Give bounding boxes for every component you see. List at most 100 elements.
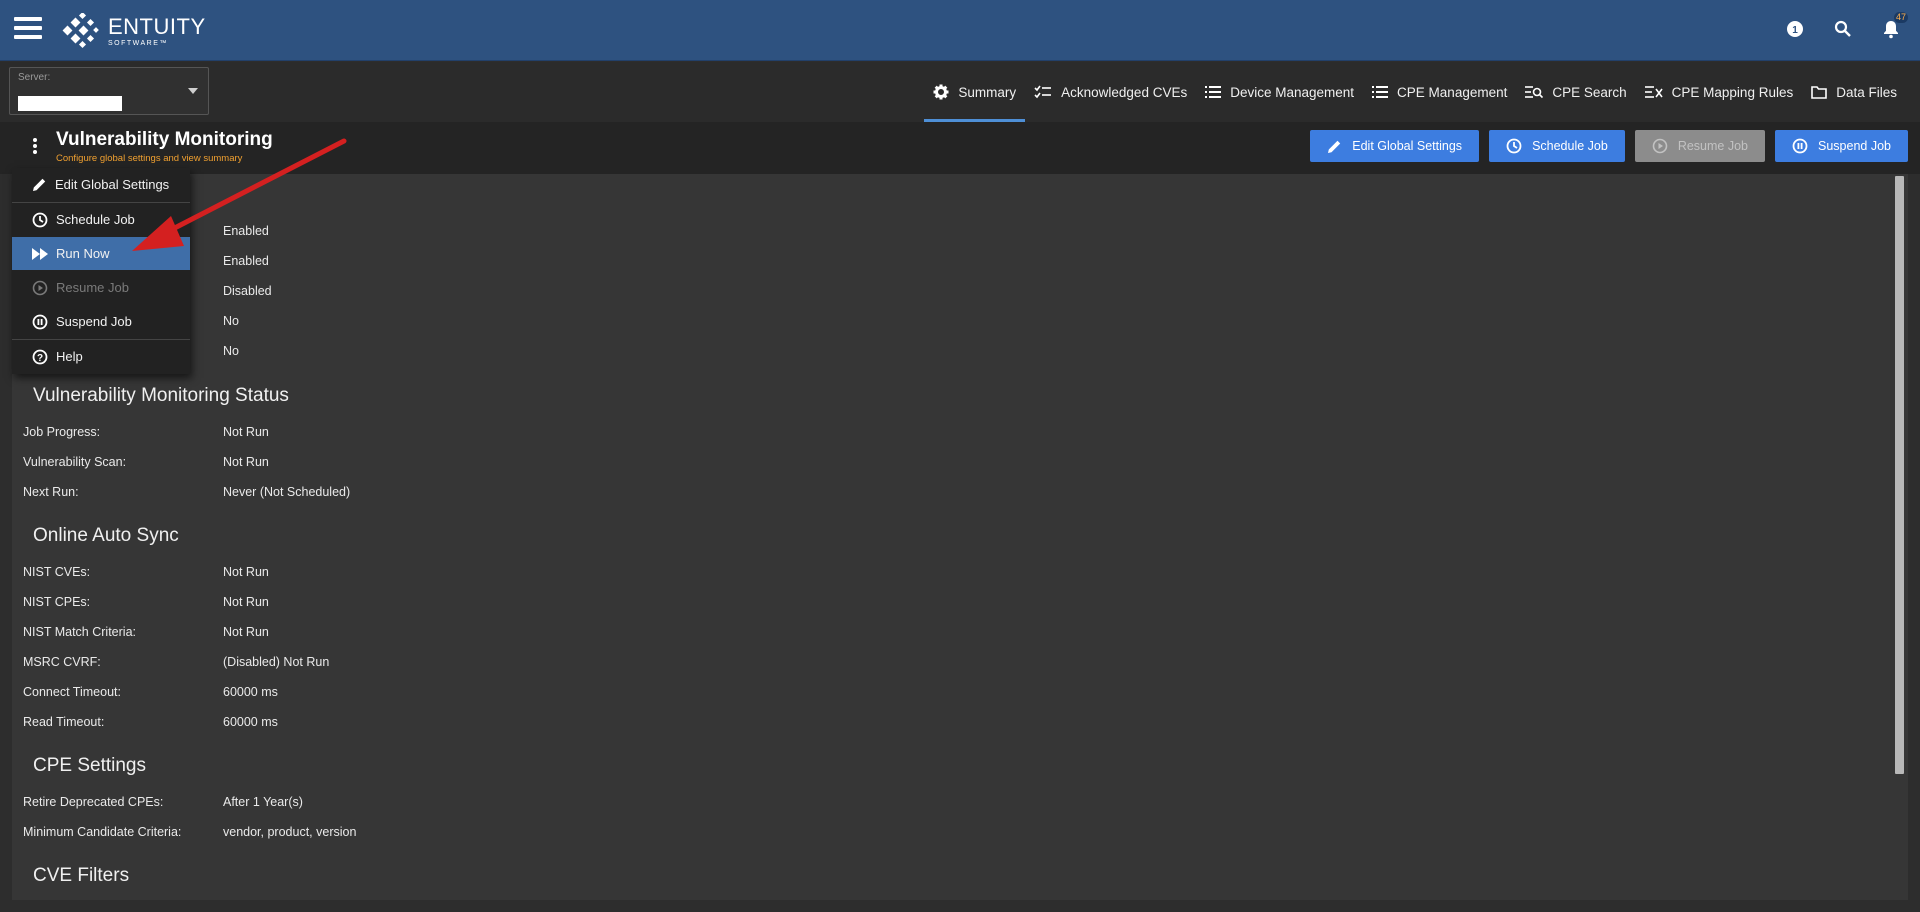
- general-value-3: Disabled: [223, 284, 272, 298]
- entuity-logo[interactable]: ENTUITY SOFTWARE™: [62, 12, 206, 50]
- schedule-job-button[interactable]: Schedule Job: [1489, 130, 1625, 162]
- menu-item-label: Schedule Job: [56, 212, 135, 227]
- page-title: Vulnerability Monitoring: [56, 129, 273, 150]
- pause-circle-icon: [1792, 138, 1808, 154]
- menu-item-label: Suspend Job: [56, 314, 132, 329]
- page-subtitle: Configure global settings and view summa…: [56, 153, 243, 164]
- general-value-4: No: [223, 314, 239, 328]
- sync-section-title: Online Auto Sync: [33, 525, 179, 546]
- chevron-down-icon: [188, 88, 198, 94]
- cve-filters-section-title: CVE Filters: [33, 865, 130, 886]
- vertical-scrollbar[interactable]: [1895, 176, 1904, 774]
- tab-device-management-label: Device Management: [1230, 84, 1355, 100]
- tab-data-files-label: Data Files: [1836, 84, 1897, 100]
- page-header: Vulnerability Monitoring Configure globa…: [0, 122, 1920, 174]
- minimum-candidate-criteria-label: Minimum Candidate Criteria:: [23, 825, 182, 839]
- tab-acknowledged-cves-label: Acknowledged CVEs: [1061, 84, 1188, 100]
- list-icon: [1205, 86, 1222, 98]
- menu-item-suspend-job[interactable]: Suspend Job: [12, 305, 190, 338]
- suspend-job-button[interactable]: Suspend Job: [1775, 130, 1908, 162]
- clock-icon: [1506, 138, 1522, 154]
- svg-text:?: ?: [37, 353, 43, 364]
- menu-item-resume-job: Resume Job: [12, 271, 190, 304]
- notifications-bell-icon[interactable]: 47: [1880, 12, 1908, 40]
- tab-cpe-search[interactable]: CPE Search: [1516, 62, 1635, 122]
- resume-job-label: Resume Job: [1677, 139, 1749, 153]
- vulnerability-scan-label: Vulnerability Scan:: [23, 455, 127, 469]
- language-icon[interactable]: 1: [1784, 18, 1806, 40]
- tab-cpe-management[interactable]: CPE Management: [1363, 62, 1516, 122]
- general-value-1: Enabled: [223, 224, 269, 238]
- nist-cves-label: NIST CVEs:: [23, 565, 91, 579]
- actions-dropdown-menu: Edit Global Settings Schedule Job Run No…: [12, 168, 190, 374]
- fast-forward-icon: [32, 247, 48, 260]
- edit-global-settings-label: Edit Global Settings: [1352, 139, 1463, 153]
- tab-summary[interactable]: Summary: [924, 62, 1025, 122]
- svg-text:1: 1: [1792, 25, 1798, 36]
- tab-summary-label: Summary: [958, 84, 1017, 100]
- suspend-job-label: Suspend Job: [1818, 139, 1891, 153]
- general-value-5: No: [223, 344, 239, 358]
- tab-device-management[interactable]: Device Management: [1196, 62, 1363, 122]
- secondary-toolbar: Server: Summary Acknowledged CVEs Device…: [0, 62, 1920, 122]
- menu-item-help[interactable]: ? Help: [12, 340, 190, 373]
- entuity-logo-mark-icon: [62, 13, 99, 49]
- pencil-icon: [1328, 140, 1341, 153]
- resume-job-button: Resume Job: [1634, 130, 1766, 162]
- connect-timeout-value: 60000 ms: [223, 685, 278, 699]
- general-value-2: Enabled: [223, 254, 269, 268]
- schedule-job-label: Schedule Job: [1532, 139, 1608, 153]
- list-icon: [1372, 86, 1389, 98]
- search-list-icon: [1525, 85, 1544, 98]
- folder-icon: [1811, 86, 1828, 99]
- read-timeout-label: Read Timeout:: [23, 715, 105, 729]
- hamburger-menu-icon[interactable]: [14, 17, 42, 41]
- play-circle-icon: [1652, 138, 1668, 154]
- tab-bar: Summary Acknowledged CVEs Device Managem…: [924, 62, 1906, 122]
- notification-count-badge: 47: [1893, 12, 1908, 23]
- retire-deprecated-cpes-value: After 1 Year(s): [223, 795, 303, 809]
- nist-cpes-label: NIST CPEs:: [23, 595, 91, 609]
- status-section-title: Vulnerability Monitoring Status: [33, 385, 289, 406]
- top-navigation-bar: ENTUITY SOFTWARE™ 1 47: [0, 0, 1920, 61]
- menu-item-label: Edit Global Settings: [55, 177, 170, 192]
- nist-match-criteria-value: Not Run: [223, 625, 269, 639]
- menu-item-label: Resume Job: [56, 280, 129, 295]
- logo-wordmark: ENTUITY: [108, 13, 206, 39]
- server-select[interactable]: Server:: [9, 67, 209, 115]
- connect-timeout-label: Connect Timeout:: [23, 685, 121, 699]
- tab-acknowledged-cves[interactable]: Acknowledged CVEs: [1025, 62, 1196, 122]
- menu-item-edit-global-settings[interactable]: Edit Global Settings: [12, 168, 190, 201]
- retire-deprecated-cpes-label: Retire Deprecated CPEs:: [23, 795, 164, 809]
- read-timeout-value: 60000 ms: [223, 715, 278, 729]
- gear-icon: [933, 84, 949, 100]
- job-progress-value: Not Run: [223, 425, 269, 439]
- next-run-value: Never (Not Scheduled): [223, 485, 351, 499]
- logo-subtext: SOFTWARE™: [108, 39, 168, 47]
- vulnerability-scan-value: Not Run: [223, 455, 269, 469]
- summary-content: Enabled Enabled Disabled No No Vulnerabi…: [12, 174, 1908, 900]
- job-progress-label: Job Progress:: [23, 425, 101, 439]
- tab-cpe-management-label: CPE Management: [1397, 84, 1508, 100]
- msrc-cvrf-label: MSRC CVRF:: [23, 655, 101, 669]
- menu-item-label: Run Now: [56, 246, 110, 261]
- msrc-cvrf-value: (Disabled) Not Run: [223, 655, 330, 669]
- edit-global-settings-button[interactable]: Edit Global Settings: [1310, 130, 1480, 162]
- search-icon[interactable]: [1832, 18, 1854, 40]
- menu-item-run-now[interactable]: Run Now: [12, 237, 190, 270]
- tab-cpe-mapping-rules[interactable]: CPE Mapping Rules: [1636, 62, 1803, 122]
- nist-cpes-value: Not Run: [223, 595, 269, 609]
- nist-cves-value: Not Run: [223, 565, 269, 579]
- play-circle-icon: [32, 280, 48, 295]
- next-run-label: Next Run:: [23, 485, 79, 499]
- tab-data-files[interactable]: Data Files: [1802, 62, 1906, 122]
- checklist-icon: [1034, 85, 1052, 99]
- clock-icon: [32, 212, 48, 227]
- help-icon: ?: [32, 349, 48, 364]
- tab-cpe-search-label: CPE Search: [1552, 84, 1627, 100]
- menu-item-schedule-job[interactable]: Schedule Job: [12, 203, 190, 236]
- mapping-list-icon: [1644, 85, 1663, 98]
- cpe-section-title: CPE Settings: [33, 755, 146, 776]
- more-vertical-icon[interactable]: [28, 136, 42, 160]
- nist-match-criteria-label: NIST Match Criteria:: [23, 625, 136, 639]
